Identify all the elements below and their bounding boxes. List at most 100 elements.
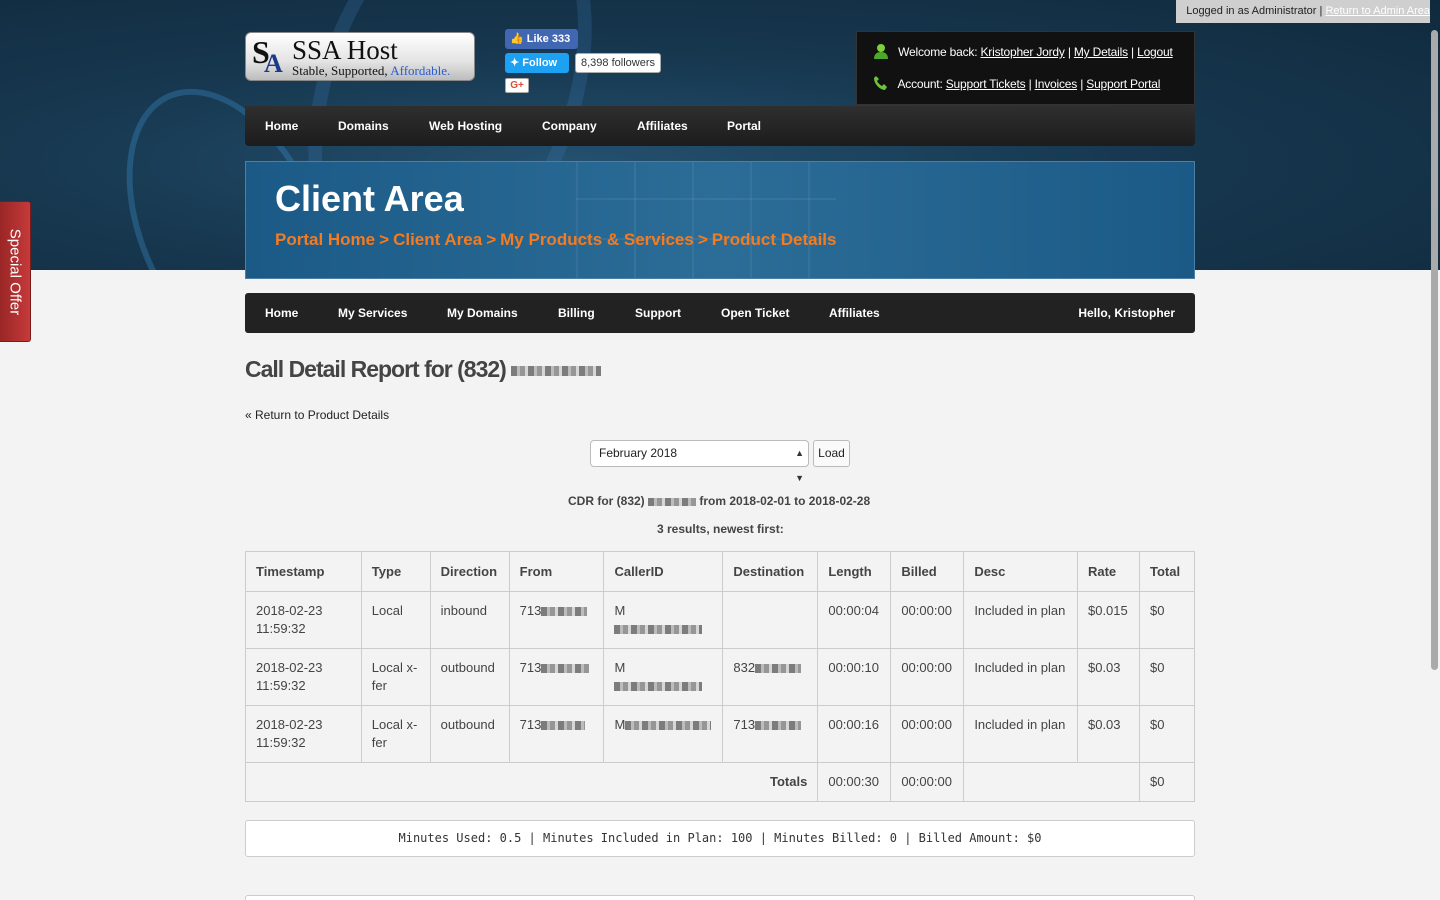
twitter-followers-count: 8,398 followers (575, 53, 661, 73)
table-row: 2018-02-23 11:59:32 Local inbound 713 M 0… (245, 591, 1196, 649)
type-line1: Local x- (371, 660, 418, 675)
support-portal-link[interactable]: Support Portal (1086, 77, 1160, 91)
from-prefix: 713 (519, 660, 542, 675)
redacted-number (755, 664, 802, 674)
breadcrumb: Portal Home > Client Area > My Products & Se… (275, 230, 836, 250)
from-prefix: 713 (519, 603, 542, 618)
cell-direction: outbound (429, 705, 510, 763)
cell-timestamp: 2018-02-23 11:59:32 (245, 591, 362, 649)
logout-link[interactable]: Logout (1137, 45, 1173, 59)
timestamp-date: 2018-02-23 (256, 717, 323, 732)
client-nav-my-domains[interactable]: My Domains (447, 293, 518, 333)
special-offer-tab[interactable]: Special Offer (0, 201, 31, 342)
col-total: Total (1138, 551, 1196, 592)
col-desc: Desc (963, 551, 1078, 592)
cell-length: 00:00:16 (817, 705, 892, 763)
client-nav-my-services[interactable]: My Services (338, 293, 407, 333)
logo-tagline-end: Affordable. (390, 63, 451, 78)
col-billed: Billed (890, 551, 965, 592)
client-nav-billing[interactable]: Billing (558, 293, 595, 333)
cell-callerid: M (603, 591, 724, 649)
cell-type: Local (360, 591, 431, 649)
cell-billed: 00:00:00 (890, 648, 965, 706)
account-row: Account: Support Tickets | Invoices | Su… (873, 75, 1160, 93)
page-scrollbar[interactable] (1431, 30, 1438, 670)
user-name-link[interactable]: Kristopher Jordy (981, 45, 1065, 59)
breadcrumb-separator: > (697, 230, 708, 249)
main-nav-home[interactable]: Home (265, 106, 298, 146)
breadcrumb-client-area[interactable]: Client Area (393, 230, 482, 249)
cell-length: 00:00:04 (817, 591, 892, 649)
client-nav-home[interactable]: Home (265, 293, 298, 333)
breadcrumb-separator: > (486, 230, 497, 249)
invoices-link[interactable]: Invoices (1035, 77, 1078, 91)
cell-rate: $0.03 (1076, 648, 1140, 706)
totals-total: $0 (1138, 762, 1196, 802)
separator: | (1080, 77, 1084, 91)
col-timestamp: Timestamp (245, 551, 362, 592)
client-nav: Home My Services My Domains Billing Supp… (245, 293, 1195, 333)
totals-billed: 00:00:00 (890, 762, 965, 802)
cell-desc: Included in plan (963, 705, 1078, 763)
type-line1: Local x- (371, 717, 418, 732)
breadcrumb-separator: > (379, 230, 390, 249)
breadcrumb-portal-home[interactable]: Portal Home (275, 230, 375, 249)
load-button[interactable]: Load (813, 440, 850, 467)
twitter-follow-button[interactable]: ✦ Follow (505, 53, 569, 73)
cell-length: 00:00:10 (817, 648, 892, 706)
account-box: Welcome back: Kristopher Jordy | My Deta… (856, 31, 1195, 105)
breadcrumb-products-services[interactable]: My Products & Services (500, 230, 694, 249)
main-nav-domains[interactable]: Domains (338, 106, 389, 146)
totals-row: Totals 00:00:30 00:00:00 $0 (244, 762, 1196, 802)
results-count: 3 results, newest first: (657, 522, 784, 536)
main-nav-web-hosting[interactable]: Web Hosting (429, 106, 502, 146)
next-panel (245, 895, 1195, 900)
client-nav-affiliates[interactable]: Affiliates (829, 293, 880, 333)
redacted-number (541, 664, 590, 674)
callerid-prefix: M (614, 717, 626, 732)
col-from: From (508, 551, 605, 592)
separator: | (1028, 77, 1032, 91)
client-nav-open-ticket[interactable]: Open Ticket (721, 293, 789, 333)
hero-title: Client Area (275, 178, 464, 219)
month-select[interactable]: February 2018 ▲ ▼ (590, 440, 809, 483)
return-to-product-details-link[interactable]: « Return to Product Details (245, 408, 389, 422)
cell-from: 713 (508, 705, 605, 763)
redacted-number (755, 721, 802, 731)
cell-total: $0 (1138, 705, 1196, 763)
hero-decoration (576, 162, 836, 278)
client-nav-hello-user[interactable]: Hello, Kristopher (1078, 293, 1175, 333)
callerid-prefix: M (614, 660, 626, 675)
facebook-like-button[interactable]: 👍 Like 333 (505, 29, 578, 49)
timestamp-date: 2018-02-23 (256, 660, 323, 675)
cell-destination: 713 (722, 705, 819, 763)
table-row: 2018-02-23 11:59:32 Local x-fer outbound … (245, 648, 1196, 706)
redacted-number (541, 607, 588, 617)
col-direction: Direction (429, 551, 510, 592)
client-nav-support[interactable]: Support (635, 293, 681, 333)
main-nav-company[interactable]: Company (542, 106, 597, 146)
return-to-admin-link[interactable]: Return to Admin Area (1325, 5, 1430, 17)
google-plus-button[interactable]: G+ (505, 78, 529, 93)
cell-billed: 00:00:00 (890, 591, 965, 649)
site-logo[interactable]: S A SSA Host Stable, Supported, Affordab… (245, 32, 475, 81)
cdr-prefix: CDR for (832) (568, 494, 645, 508)
cell-destination: 832 (722, 648, 819, 706)
main-nav-portal[interactable]: Portal (727, 106, 761, 146)
support-tickets-link[interactable]: Support Tickets (946, 77, 1026, 91)
account-label: Account: (897, 77, 943, 91)
separator: | (1131, 45, 1134, 59)
cell-desc: Included in plan (963, 648, 1078, 706)
table-header-row: Timestamp Type Direction From CallerID D… (245, 551, 1196, 592)
col-destination: Destination (722, 551, 819, 592)
special-offer-label: Special Offer (6, 228, 24, 315)
cell-direction: inbound (429, 591, 510, 649)
my-details-link[interactable]: My Details (1074, 45, 1128, 59)
main-nav-affiliates[interactable]: Affiliates (637, 106, 688, 146)
breadcrumb-product-details: Product Details (711, 230, 837, 249)
welcome-row: Welcome back: Kristopher Jordy | My Deta… (873, 43, 1173, 61)
twitter-bird-icon: ✦ (510, 57, 520, 69)
select-arrows-icon: ▲ ▼ (795, 448, 804, 483)
separator: | (1067, 45, 1071, 59)
col-callerid: CallerID (603, 551, 724, 592)
